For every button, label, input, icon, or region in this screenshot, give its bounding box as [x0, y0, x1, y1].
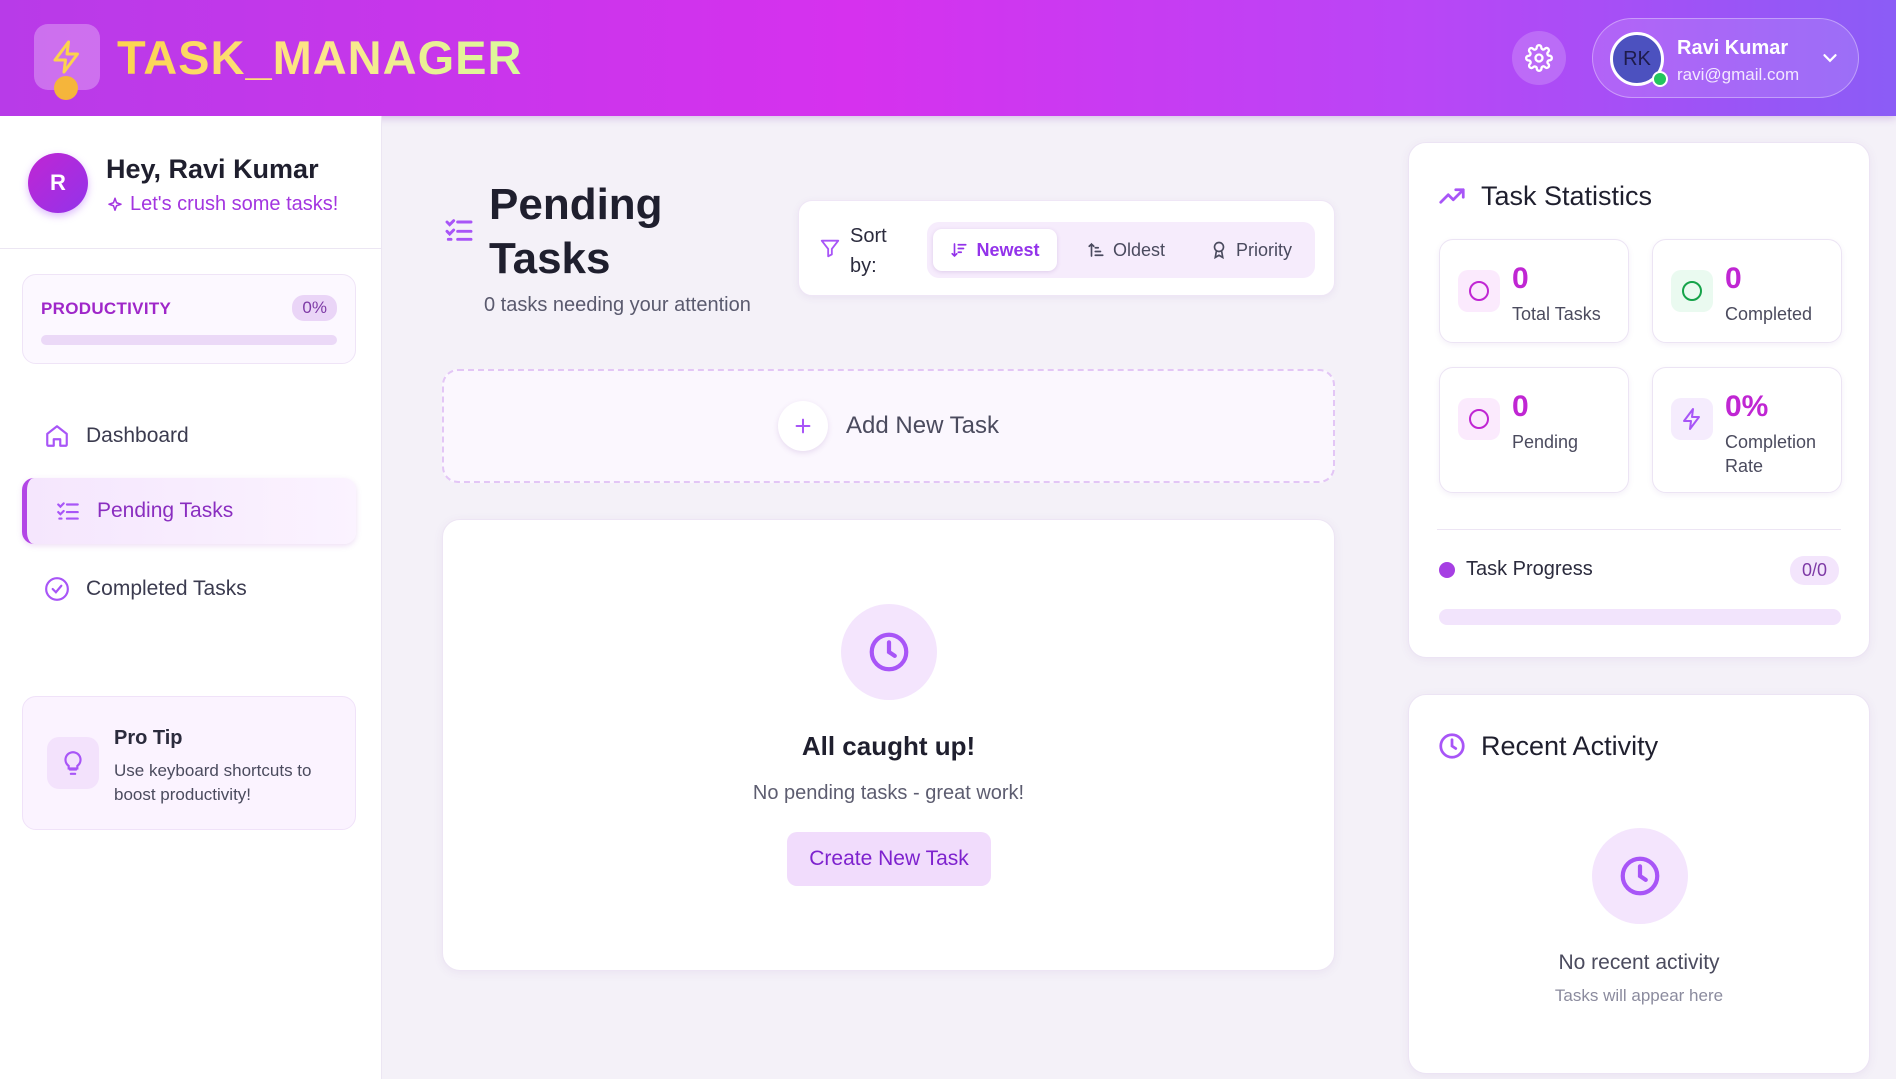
trending-up-icon [1439, 188, 1465, 204]
stat-label: Pending [1512, 432, 1579, 452]
stat-label: Completion Rate [1725, 432, 1817, 476]
award-icon [1213, 241, 1225, 259]
lightning-icon [53, 40, 79, 74]
productivity-badge: 0% [292, 295, 337, 321]
list-check-icon [57, 502, 79, 520]
sort-options: Newest Oldest Priority [927, 222, 1315, 278]
filter-icon [820, 239, 840, 258]
logo-badge-dot [54, 76, 78, 100]
stat-completion-rate: 0% Completion Rate [1652, 367, 1842, 493]
gear-icon [1525, 44, 1553, 72]
lightbulb-icon [64, 751, 82, 775]
stat-label: Completed [1725, 304, 1813, 324]
circle-icon [1682, 281, 1702, 301]
tip-text: Use keyboard shortcuts to boost producti… [114, 761, 312, 804]
add-new-task-button[interactable]: Add New Task [442, 369, 1335, 483]
lightning-icon [1683, 408, 1700, 430]
stat-completed: 0 Completed [1652, 239, 1842, 343]
activity-empty-title: No recent activity [1558, 951, 1720, 974]
activity-title: Recent Activity [1481, 731, 1659, 761]
tip-icon-box [47, 737, 99, 789]
sort-option-label: Oldest [1112, 239, 1166, 260]
stat-value: 0 [1512, 390, 1529, 423]
create-new-task-button[interactable]: Create New Task [787, 832, 991, 886]
sidebar-item-label: Dashboard [86, 424, 189, 447]
task-progress-label: Task Progress [1466, 558, 1593, 580]
sidebar-item-pending-tasks[interactable]: Pending Tasks [22, 478, 356, 544]
stat-icon-box [1671, 270, 1713, 312]
stat-value: 0% [1725, 390, 1769, 423]
plus-circle [778, 401, 829, 451]
sidebar-avatar: R [28, 153, 88, 213]
task-progress-bar [1439, 609, 1841, 625]
empty-state-card: All caught up! No pending tasks - great … [442, 519, 1335, 971]
avatar-initials: RK [1623, 47, 1651, 70]
user-name: Ravi Kumar [1677, 37, 1789, 59]
sort-newest-button[interactable]: Newest [933, 229, 1057, 271]
clock-icon [1620, 856, 1660, 896]
sort-label: Sort by: [850, 225, 887, 277]
sidebar-item-label: Pending Tasks [97, 499, 234, 522]
sidebar-item-label: Completed Tasks [86, 577, 247, 600]
sort-control: Sort by: Newest Oldest Priority [798, 200, 1335, 296]
stat-value: 0 [1725, 262, 1742, 295]
circle-icon [1469, 281, 1489, 301]
stat-pending: 0 Pending [1439, 367, 1629, 493]
sidebar: R Hey, Ravi Kumar Let's crush some tasks… [0, 116, 382, 1079]
productivity-card: PRODUCTIVITY 0% [22, 274, 356, 364]
sort-asc-icon [1088, 242, 1104, 257]
plus-icon [795, 418, 811, 434]
list-check-icon [445, 219, 473, 241]
empty-state-subtitle: No pending tasks - great work! [752, 782, 1025, 804]
page-subtitle: 0 tasks needing your attention [484, 294, 751, 316]
app-logo[interactable] [34, 24, 100, 100]
task-progress-count: 0/0 [1789, 556, 1839, 585]
divider [0, 248, 382, 249]
sidebar-item-completed-tasks[interactable]: Completed Tasks [22, 556, 356, 622]
sort-desc-icon [951, 243, 968, 258]
home-icon [46, 425, 68, 447]
activity-empty-subtitle: Tasks will appear here [1554, 986, 1724, 1005]
chevron-down-icon [1823, 54, 1837, 63]
stat-label: Total Tasks [1512, 304, 1601, 324]
stats-title: Task Statistics [1481, 181, 1653, 211]
clock-icon [1439, 733, 1465, 759]
task-statistics-card: Task Statistics 0 Total Tasks 0 Complete… [1408, 142, 1870, 658]
sort-option-label: Newest [976, 239, 1040, 260]
user-email: ravi@gmail.com [1677, 65, 1800, 84]
sort-oldest-button[interactable]: Oldest [1065, 229, 1187, 271]
activity-empty-clock [1592, 828, 1688, 924]
clock-icon [869, 632, 909, 672]
sort-priority-button[interactable]: Priority [1195, 229, 1307, 271]
stat-icon-box [1458, 398, 1500, 440]
productivity-bar [41, 335, 337, 345]
app-title: TASK_MANAGER [117, 31, 523, 84]
stat-total-tasks: 0 Total Tasks [1439, 239, 1629, 343]
sparkle-icon [108, 197, 122, 211]
divider [1437, 529, 1841, 530]
recent-activity-card: Recent Activity No recent activity Tasks… [1408, 694, 1870, 1074]
greeting-title: Hey, Ravi Kumar [106, 154, 319, 184]
stat-icon-box [1458, 270, 1500, 312]
productivity-label: PRODUCTIVITY [41, 299, 172, 318]
pro-tip-card: Pro Tip Use keyboard shortcuts to boost … [22, 696, 356, 830]
stat-icon-box [1671, 398, 1713, 440]
add-task-label: Add New Task [846, 412, 999, 439]
greeting-tagline: Let's crush some tasks! [106, 193, 338, 216]
user-menu[interactable]: RK Ravi Kumar ravi@gmail.com [1592, 18, 1859, 98]
page-title: Pending Tasks [489, 180, 663, 283]
empty-state-title: All caught up! [801, 731, 976, 761]
top-header: TASK_MANAGER RK Ravi Kumar ravi@gmail.co… [0, 0, 1896, 116]
circle-icon [1469, 409, 1489, 429]
stat-value: 0 [1512, 262, 1529, 295]
progress-dot [1439, 562, 1455, 578]
online-status-dot [1652, 71, 1668, 87]
sidebar-item-dashboard[interactable]: Dashboard [22, 403, 356, 469]
tagline-text: Let's crush some tasks! [130, 193, 339, 215]
sort-option-label: Priority [1235, 239, 1292, 260]
settings-button[interactable] [1512, 31, 1566, 85]
tip-title: Pro Tip [114, 727, 183, 749]
check-circle-icon [45, 577, 69, 601]
empty-state-clock [841, 604, 937, 700]
